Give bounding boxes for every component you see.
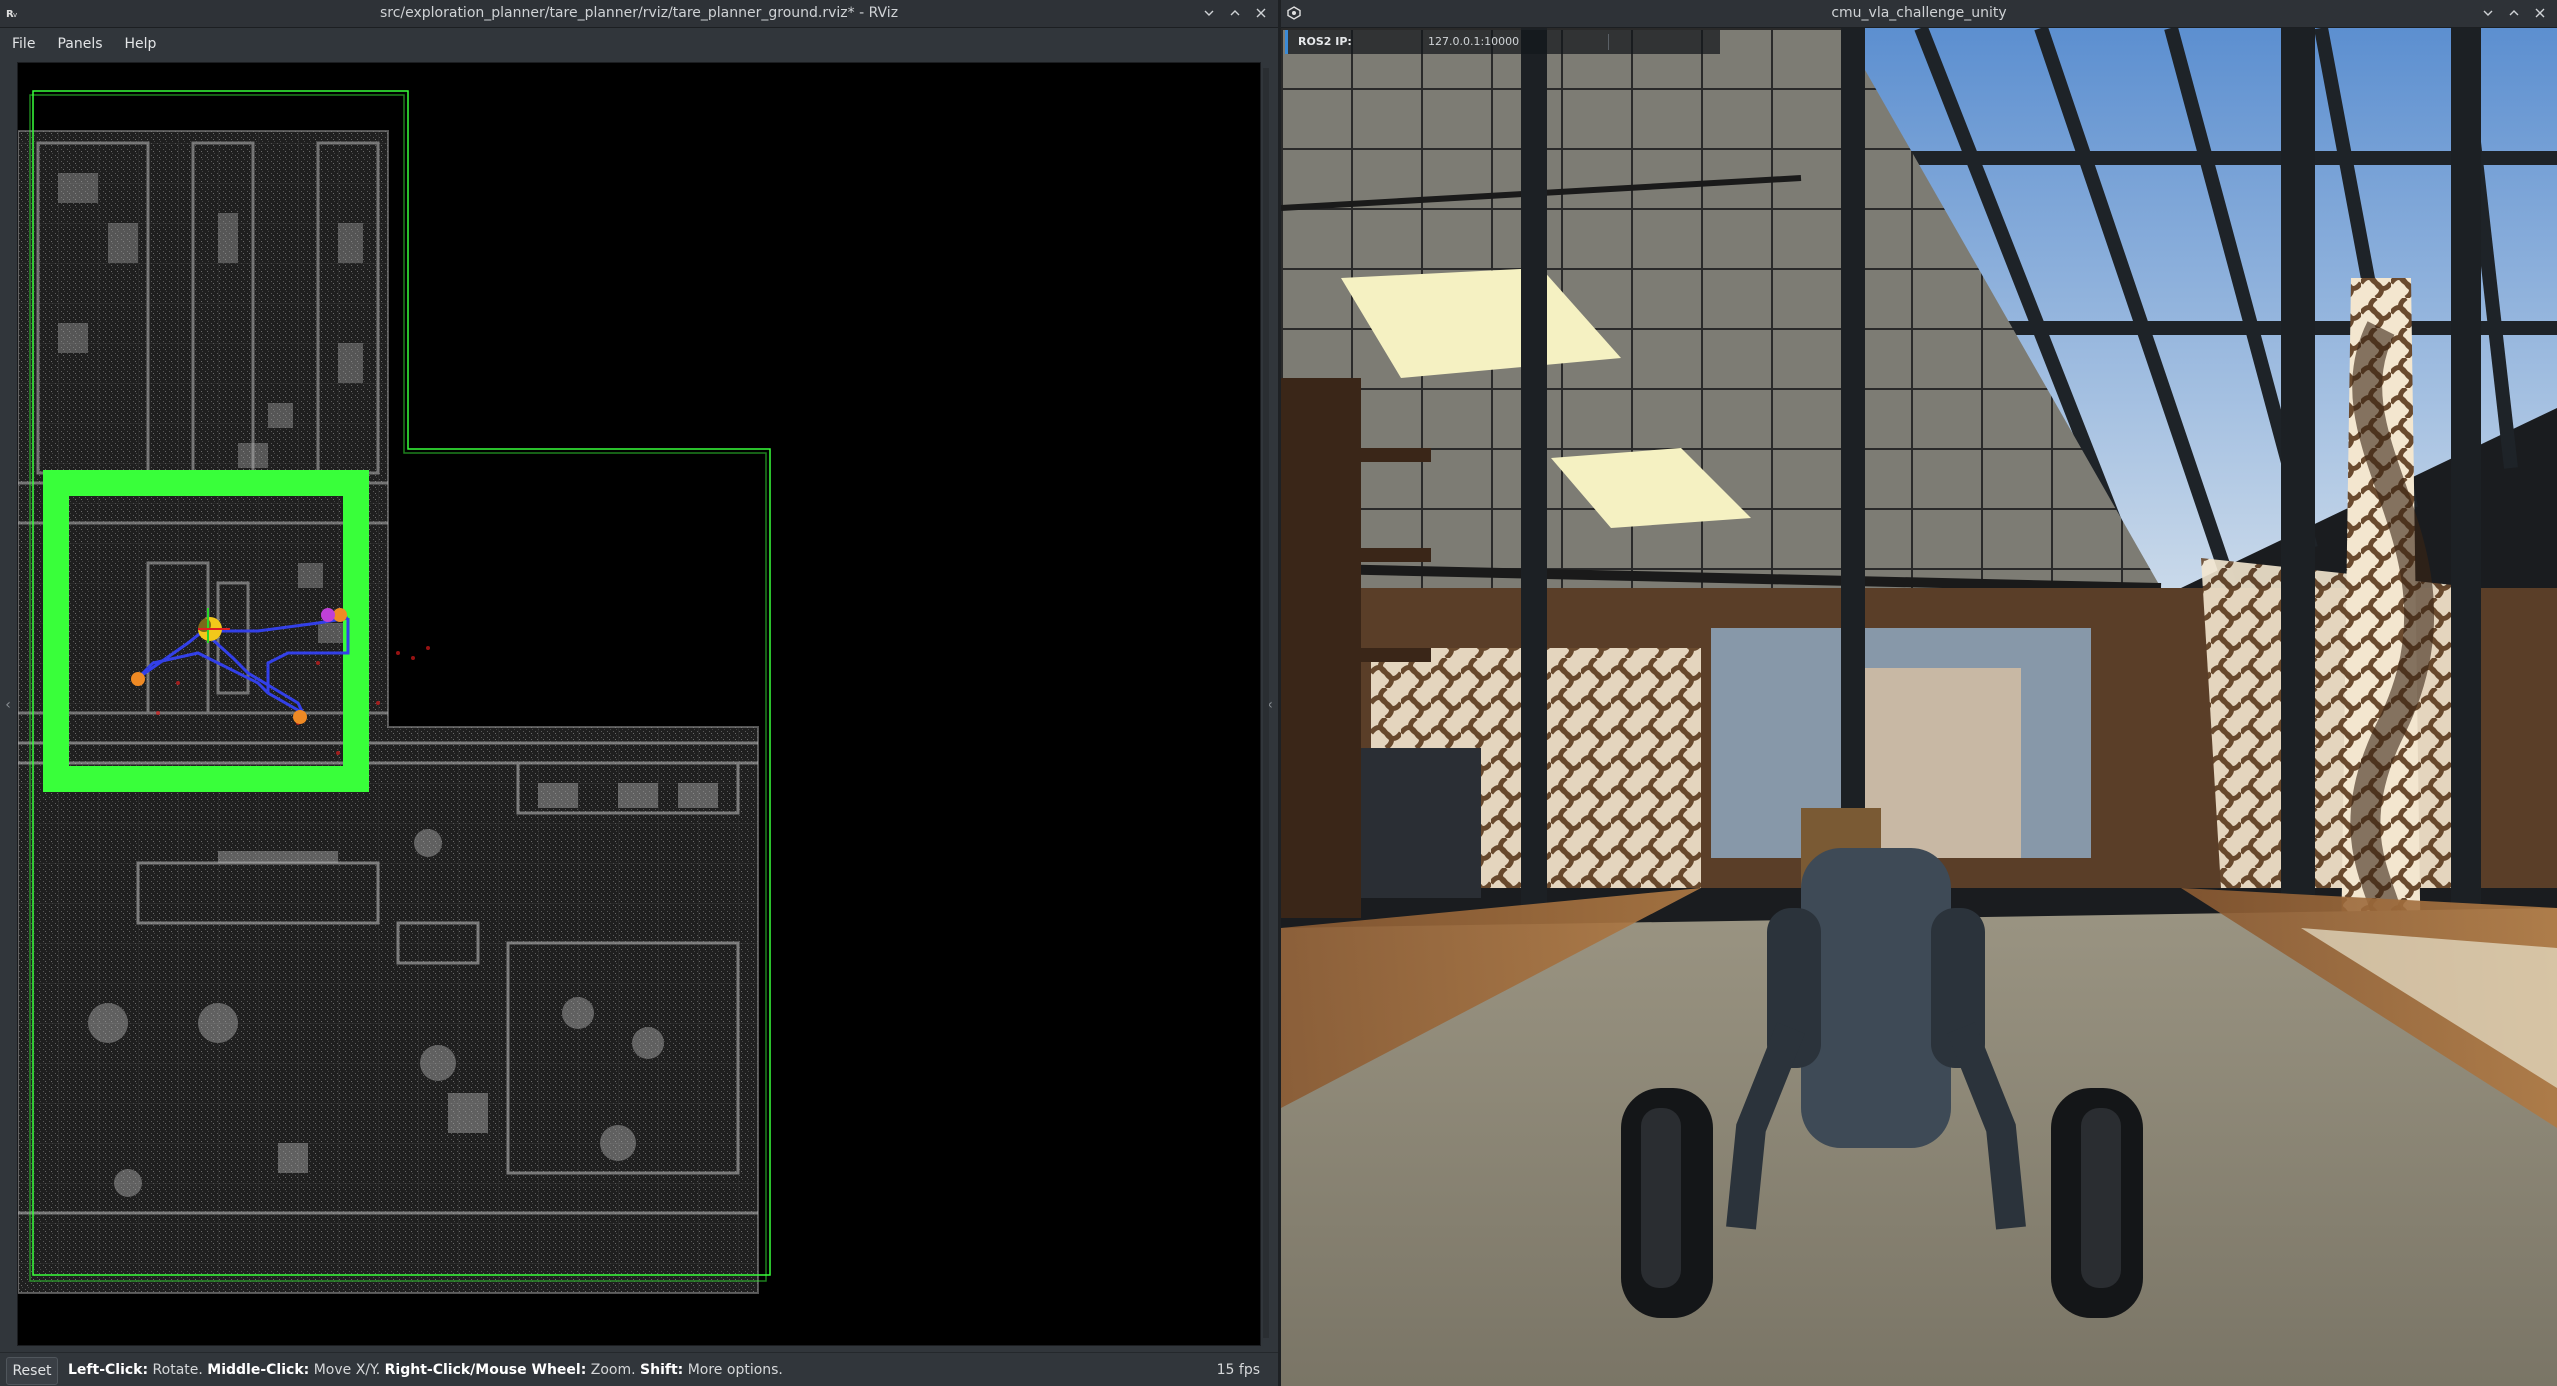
window-title: src/exploration_planner/tare_planner/rvi…: [379, 5, 899, 21]
waypoint: [293, 710, 307, 724]
waypoint: [131, 672, 145, 686]
menu-bar: File Panels Help: [0, 28, 1278, 60]
minimize-button[interactable]: [2477, 3, 2499, 23]
maximize-button[interactable]: [1224, 3, 1246, 23]
simulation-camera-view[interactable]: [1281, 28, 2557, 1386]
mouse-hint: Left-Click: Rotate. Middle-Click: Move X…: [68, 1362, 783, 1378]
minimize-button[interactable]: [1198, 3, 1220, 23]
rviz-titlebar[interactable]: R v src/exploration_planner/tare_planner…: [0, 0, 1278, 28]
menu-panels[interactable]: Panels: [57, 36, 102, 52]
ros-connection-hud: ROS2 IP: 127.0.0.1:10000: [1285, 30, 1720, 54]
close-icon: [2535, 8, 2545, 18]
viewport-scrollbar[interactable]: [1263, 68, 1269, 1338]
reset-button[interactable]: Reset: [6, 1357, 58, 1385]
window-title: cmu_vla_challenge_unity: [1831, 5, 2007, 21]
status-bar: Reset Left-Click: Rotate. Middle-Click: …: [0, 1352, 1278, 1386]
point-cloud-map[interactable]: [17, 63, 1260, 1345]
decorative-lattice: [2201, 558, 2481, 888]
office-chair: [1361, 748, 1481, 898]
hud-separator: [1608, 34, 1609, 50]
chevron-down-icon: [1204, 10, 1214, 16]
3d-viewport[interactable]: [17, 62, 1261, 1346]
maximize-button[interactable]: [2503, 3, 2525, 23]
left-dock-handle[interactable]: ‹: [3, 690, 13, 720]
chevron-up-icon: [2509, 10, 2519, 16]
fps-readout: 15 fps: [1216, 1362, 1260, 1378]
waypoint: [333, 608, 347, 622]
chevron-up-icon: [1230, 10, 1240, 16]
unity-window: cmu_vla_challenge_unity ROS2 IP: 127.0.0…: [1281, 0, 2557, 1386]
close-icon: [1256, 8, 1266, 18]
ros-ip-value: 127.0.0.1:10000: [1428, 35, 1520, 48]
close-button[interactable]: [2529, 3, 2551, 23]
ros-ip-label: ROS2 IP:: [1298, 35, 1352, 48]
chevron-down-icon: [2483, 10, 2493, 16]
goal-marker: [321, 608, 335, 622]
menu-file[interactable]: File: [12, 36, 35, 52]
close-button[interactable]: [1250, 3, 1272, 23]
unity-titlebar[interactable]: cmu_vla_challenge_unity: [1281, 0, 2557, 28]
menu-help[interactable]: Help: [125, 36, 157, 52]
rviz-window: R v src/exploration_planner/tare_planner…: [0, 0, 1278, 1386]
